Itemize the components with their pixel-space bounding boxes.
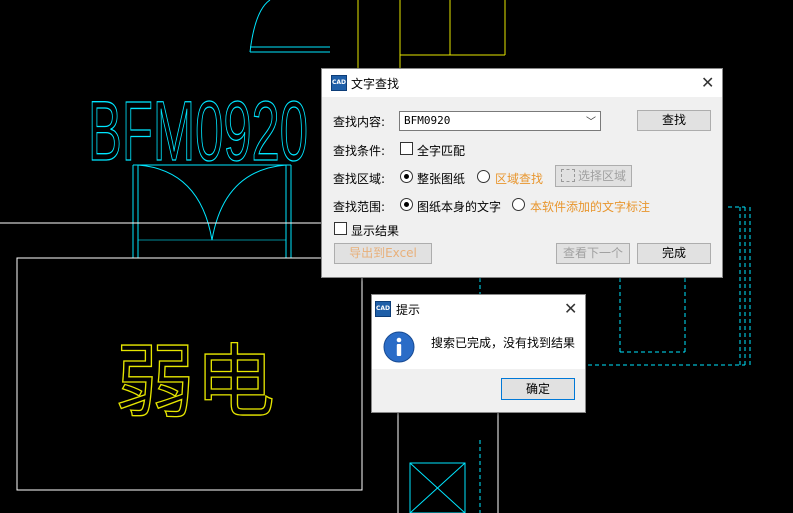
prompt-titlebar[interactable]: CAD 提示 ✕ bbox=[372, 295, 585, 323]
whole-word-label[interactable]: 全字匹配 bbox=[417, 142, 465, 159]
done-button[interactable]: 完成 bbox=[637, 243, 711, 264]
scope-own-radio[interactable] bbox=[400, 198, 413, 211]
search-content-value: BFM0920 bbox=[404, 114, 451, 127]
close-icon[interactable]: ✕ bbox=[701, 75, 714, 91]
content-label: 查找内容: bbox=[333, 115, 386, 129]
area-whole-label[interactable]: 整张图纸 bbox=[417, 170, 465, 187]
show-results-checkbox[interactable] bbox=[334, 222, 347, 235]
area-region-label[interactable]: 区域查找 bbox=[495, 170, 543, 187]
select-area-label: 选择区域 bbox=[577, 169, 626, 183]
show-results-label[interactable]: 显示结果 bbox=[351, 222, 399, 239]
dialog-title: 文字查找 bbox=[351, 77, 400, 91]
area-whole-radio[interactable] bbox=[400, 170, 413, 183]
dialog-titlebar[interactable]: CAD 文字查找 ✕ bbox=[322, 69, 722, 97]
app-logo-icon: CAD bbox=[331, 75, 347, 91]
condition-label: 查找条件: bbox=[333, 144, 386, 158]
prompt-title: 提示 bbox=[396, 303, 421, 317]
ok-button[interactable]: 确定 bbox=[501, 378, 575, 400]
area-region-radio[interactable] bbox=[477, 170, 490, 183]
chevron-down-icon[interactable]: ﹀ bbox=[586, 113, 596, 128]
find-next-button[interactable]: 查看下一个 bbox=[556, 243, 630, 264]
info-icon bbox=[383, 331, 415, 363]
text-find-dialog: CAD 文字查找 ✕ 查找内容: BFM0920 ﹀ 查找 查找条件: 全字匹配… bbox=[321, 68, 723, 278]
area-label: 查找区域: bbox=[333, 172, 386, 186]
prompt-dialog: CAD 提示 ✕ 搜索已完成，没有找到结果 确定 bbox=[371, 294, 586, 413]
select-region-icon bbox=[560, 169, 575, 182]
cad-arc bbox=[249, 0, 271, 53]
cad-zone-label: 弱电 bbox=[115, 338, 275, 427]
scope-added-radio[interactable] bbox=[512, 198, 525, 211]
scope-label: 查找范围: bbox=[333, 200, 386, 214]
whole-word-checkbox[interactable] bbox=[400, 142, 413, 155]
search-content-combo[interactable]: BFM0920 ﹀ bbox=[399, 111, 601, 131]
close-icon[interactable]: ✕ bbox=[564, 301, 577, 317]
scope-added-label[interactable]: 本软件添加的文字标注 bbox=[530, 198, 650, 215]
cad-door-label: BFM0920 bbox=[88, 84, 308, 178]
app-logo-icon: CAD bbox=[375, 301, 391, 317]
scope-own-label[interactable]: 图纸本身的文字 bbox=[417, 198, 501, 215]
prompt-message: 搜索已完成，没有找到结果 bbox=[431, 336, 576, 350]
select-area-button[interactable]: 选择区域 bbox=[555, 165, 632, 187]
find-button[interactable]: 查找 bbox=[637, 110, 711, 131]
export-excel-button[interactable]: 导出到Excel bbox=[334, 243, 432, 264]
